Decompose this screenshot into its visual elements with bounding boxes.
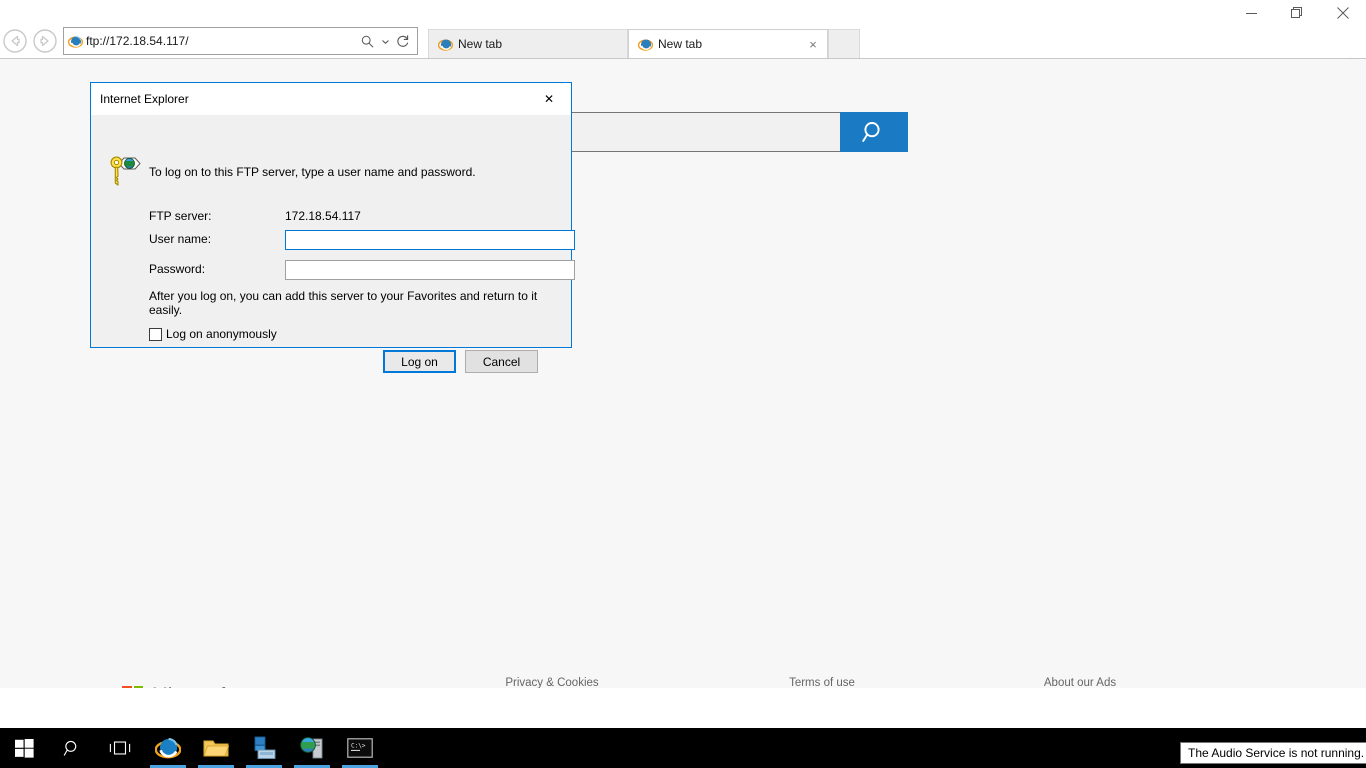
dialog-button-row: Log on Cancel xyxy=(383,350,538,373)
close-icon[interactable] xyxy=(1320,0,1366,26)
log-on-button[interactable]: Log on xyxy=(383,350,456,373)
tab-strip: New tab New tab × xyxy=(428,24,860,58)
internet-explorer-icon xyxy=(638,37,658,52)
dialog-title: Internet Explorer xyxy=(100,92,189,106)
navigation-bar: ftp://172.18.54.117/ New tab New tab × xyxy=(0,24,1366,73)
taskbar-search-icon[interactable] xyxy=(48,728,96,768)
footer-link-about-ads[interactable]: About our Ads xyxy=(965,677,1195,688)
address-bar[interactable]: ftp://172.18.54.117/ xyxy=(63,27,418,55)
back-arrow-icon[interactable] xyxy=(0,26,30,56)
address-url-text: ftp://172.18.54.117/ xyxy=(86,34,189,48)
dialog-note-text: After you log on, you can add this serve… xyxy=(149,289,538,317)
taskbar-internet-explorer-icon[interactable] xyxy=(144,728,192,768)
checkbox-box-icon[interactable] xyxy=(149,327,162,341)
internet-explorer-icon xyxy=(438,37,458,52)
audio-service-tooltip: The Audio Service is not running. xyxy=(1180,742,1366,764)
footer-column-1: Privacy & Cookies Feedback Advertise xyxy=(437,677,667,688)
password-label: Password: xyxy=(149,262,206,276)
tab-label: New tab xyxy=(458,37,503,51)
ftp-server-label: FTP server: xyxy=(149,209,212,223)
footer-link-terms[interactable]: Terms of use xyxy=(707,677,937,688)
tab-close-icon[interactable]: × xyxy=(805,38,821,51)
internet-explorer-icon xyxy=(64,34,86,49)
username-label: User name: xyxy=(149,232,212,246)
window-titlebar xyxy=(0,0,1366,26)
password-input[interactable] xyxy=(285,260,575,280)
tab-new-tab-1[interactable]: New tab xyxy=(428,29,628,58)
tab-new-tab-2[interactable]: New tab × xyxy=(628,29,828,58)
start-button-icon[interactable] xyxy=(0,728,48,768)
cancel-button[interactable]: Cancel xyxy=(465,350,538,373)
page-footer: Microsoft © Microsoft Privacy & Cookies … xyxy=(0,619,1366,688)
log-on-anonymously-label: Log on anonymously xyxy=(166,327,277,341)
address-bar-tools xyxy=(359,29,417,53)
username-input[interactable] xyxy=(285,230,575,250)
log-on-anonymously-checkbox[interactable]: Log on anonymously xyxy=(149,327,277,341)
microsoft-logo-squares-icon xyxy=(122,685,143,688)
search-submit-button[interactable] xyxy=(840,112,908,152)
key-and-globe-icon xyxy=(107,155,141,192)
refresh-icon[interactable] xyxy=(395,29,411,53)
dialog-close-icon[interactable]: ✕ xyxy=(527,84,571,115)
task-view-icon[interactable] xyxy=(96,728,144,768)
new-tab-button[interactable] xyxy=(828,29,860,58)
footer-column-2: Terms of use Help MSN Blog xyxy=(707,677,937,688)
taskbar-network-server-icon[interactable] xyxy=(288,728,336,768)
forward-arrow-icon[interactable] xyxy=(30,26,60,56)
chevron-down-icon[interactable] xyxy=(377,29,393,53)
footer-link-privacy[interactable]: Privacy & Cookies xyxy=(437,677,667,688)
taskbar-server-manager-icon[interactable] xyxy=(240,728,288,768)
restore-icon[interactable] xyxy=(1274,0,1320,26)
dialog-instruction-text: To log on to this FTP server, type a use… xyxy=(149,165,476,179)
taskbar-file-explorer-icon[interactable] xyxy=(192,728,240,768)
taskbar-command-prompt-icon[interactable]: C:\> xyxy=(336,728,384,768)
ftp-logon-dialog: Internet Explorer ✕ To log on to this FT… xyxy=(90,82,575,373)
ftp-server-value: 172.18.54.117 xyxy=(285,209,361,223)
taskbar: C:\> xyxy=(0,728,1366,768)
tab-label: New tab xyxy=(658,37,703,51)
svg-text:C:\>: C:\> xyxy=(351,743,366,750)
minimize-icon[interactable] xyxy=(1228,0,1274,26)
microsoft-wordmark: Microsoft xyxy=(152,685,231,688)
microsoft-logo: Microsoft xyxy=(122,685,231,688)
screen: ftp://172.18.54.117/ New tab New tab × P… xyxy=(0,0,1366,768)
dialog-body: To log on to this FTP server, type a use… xyxy=(91,115,575,373)
footer-column-3: About our Ads MSN Worldwide About Us xyxy=(965,677,1195,688)
window-controls xyxy=(1228,0,1366,26)
search-icon[interactable] xyxy=(359,29,375,53)
dialog-titlebar: Internet Explorer ✕ xyxy=(91,83,571,115)
